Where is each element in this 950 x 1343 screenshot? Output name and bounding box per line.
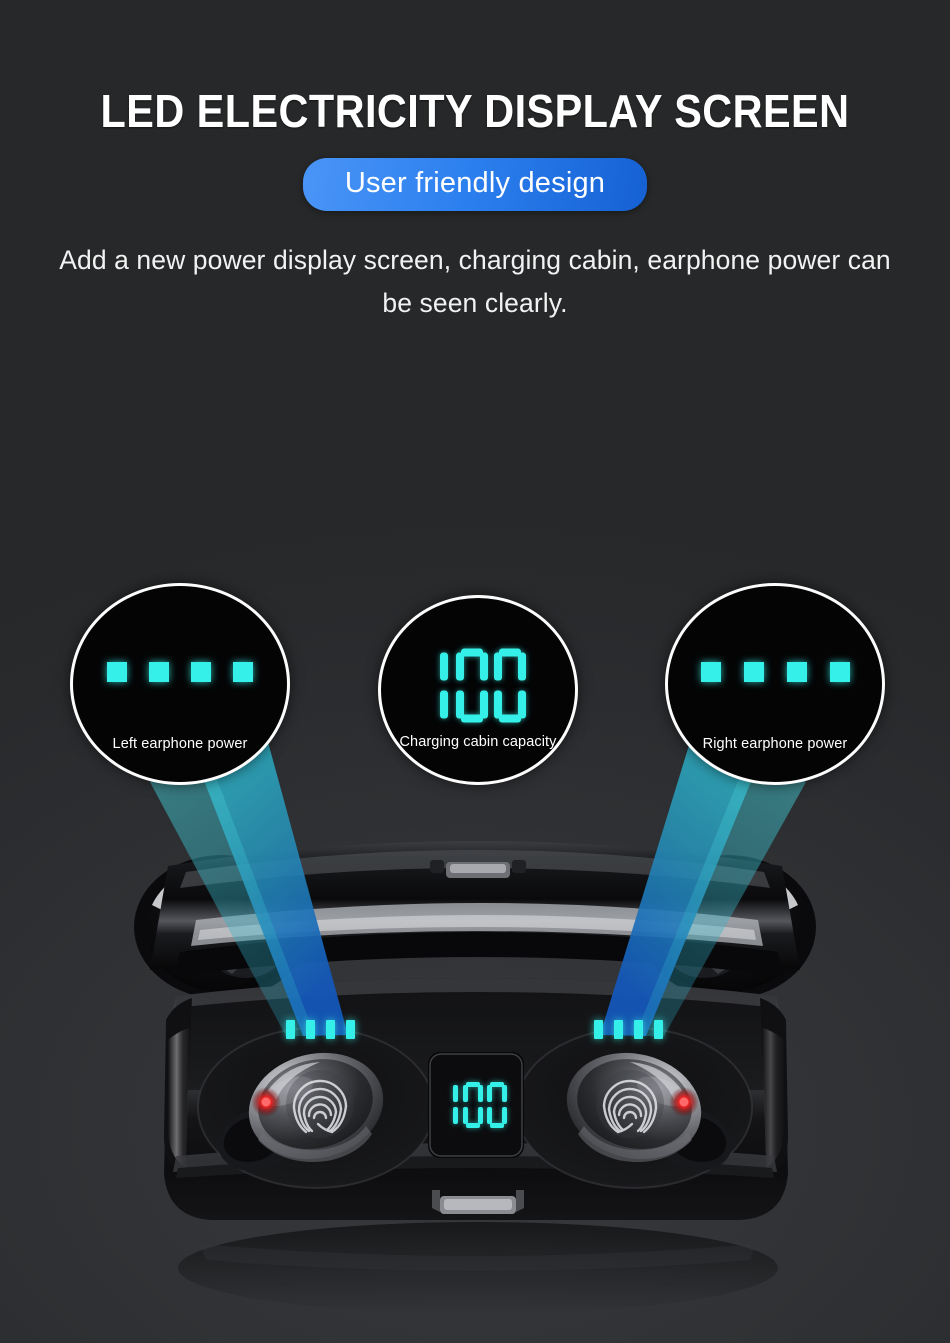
led-square [107, 662, 127, 683]
callout-right-label: Right earphone power [702, 736, 848, 752]
led-square [191, 662, 211, 683]
left-earphone-led-indicator [73, 662, 287, 683]
seven-segment-digit [430, 649, 450, 723]
right-earphone-led-indicator [668, 662, 882, 683]
led-square [829, 662, 850, 683]
led-square [149, 662, 169, 683]
charging-cabin-seven-segment: 100 [381, 648, 575, 723]
led-square [743, 662, 764, 683]
seven-segment-digit [456, 648, 488, 723]
callout-right-earphone[interactable]: Right earphone power [665, 583, 885, 785]
callout-center-label: Charging cabin capacity [399, 734, 557, 750]
callout-left-label: Left earphone power [112, 736, 248, 752]
led-square [700, 662, 721, 683]
seven-segment-digit [494, 648, 526, 723]
led-square [786, 662, 807, 683]
callout-charging-cabin[interactable]: 100 Charging cabin capacity [378, 595, 578, 785]
callout-left-earphone[interactable]: Left earphone power [70, 583, 290, 785]
led-square [233, 662, 253, 683]
